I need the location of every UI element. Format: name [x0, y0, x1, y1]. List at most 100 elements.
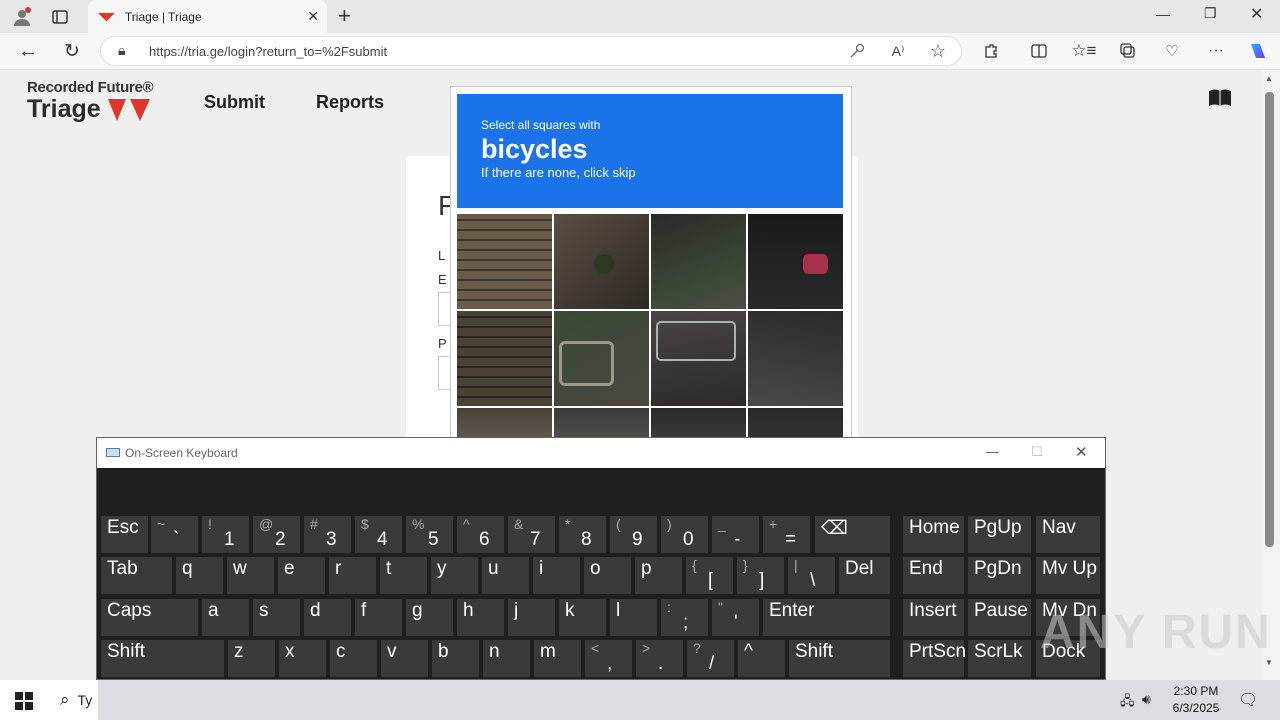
copilot-icon[interactable]	[1244, 37, 1272, 65]
key-m[interactable]: m	[534, 640, 581, 677]
key-end[interactable]: End	[903, 557, 964, 594]
key-sym0-14[interactable]: ⌫	[815, 516, 890, 553]
key-4[interactable]: $4	[355, 516, 402, 553]
captcha-tile[interactable]	[651, 214, 746, 309]
tab-actions-icon[interactable]	[46, 3, 74, 31]
key-f[interactable]: f	[355, 599, 402, 636]
key-j[interactable]: j	[508, 599, 555, 636]
address-bar[interactable]: https://tria.ge/login?return_to=%2Fsubmi…	[100, 36, 962, 66]
favorites-icon[interactable]: ☆≡	[1070, 37, 1098, 65]
nav-submit[interactable]: Submit	[204, 92, 265, 113]
key-sym1-13[interactable]: | \	[788, 557, 835, 594]
refresh-icon[interactable]: ↻	[58, 37, 86, 65]
key-pgup[interactable]: PgUp	[968, 516, 1031, 553]
key-sym3-11[interactable]: ^	[738, 640, 785, 677]
key-pause[interactable]: Pause	[968, 599, 1031, 636]
key-pgdn[interactable]: PgDn	[968, 557, 1031, 594]
key-e[interactable]: e	[278, 557, 325, 594]
nav-reports[interactable]: Reports	[316, 92, 384, 113]
key-enter[interactable]: Enter	[763, 599, 890, 636]
key-s[interactable]: s	[253, 599, 300, 636]
key-x[interactable]: x	[279, 640, 326, 677]
key-sym3-8[interactable]: <,	[585, 640, 632, 677]
tab-triage[interactable]: ◥◤ Triage | Triage ✕	[88, 0, 327, 33]
key-h[interactable]: h	[457, 599, 504, 636]
key-2[interactable]: @2	[253, 516, 300, 553]
key-sym0-12[interactable]: _ -	[712, 516, 759, 553]
notifications-icon[interactable]: 🗨︎	[1238, 690, 1258, 710]
captcha-tile[interactable]	[554, 214, 649, 309]
lock-icon[interactable]: 🔒︎	[118, 42, 125, 59]
key-tab[interactable]: Tab	[101, 557, 172, 594]
key-l[interactable]: l	[610, 599, 657, 636]
key-shift[interactable]: Shift	[789, 640, 890, 677]
key-mvup[interactable]: Mv Up	[1036, 557, 1100, 594]
key-esc[interactable]: Esc	[101, 516, 148, 553]
key-c[interactable]: c	[330, 640, 377, 677]
key-nav[interactable]: Nav	[1036, 516, 1100, 553]
key-sym0-13[interactable]: + =	[763, 516, 810, 553]
captcha-tile[interactable]	[457, 214, 552, 309]
key-k[interactable]: k	[559, 599, 606, 636]
key-caps[interactable]: Caps	[101, 599, 198, 636]
key-scrlk[interactable]: ScrLk	[968, 640, 1031, 677]
captcha-tile[interactable]	[651, 311, 746, 406]
start-button[interactable]	[0, 680, 48, 720]
key-3[interactable]: #3	[304, 516, 351, 553]
key-b[interactable]: b	[432, 640, 479, 677]
profile-icon[interactable]	[8, 3, 36, 31]
key-z[interactable]: z	[228, 640, 275, 677]
key-8[interactable]: * 8	[559, 516, 606, 553]
restore-window-icon[interactable]: ❐	[1204, 5, 1217, 22]
key-6[interactable]: ^ 6	[457, 516, 504, 553]
osk-maximize-icon[interactable]: ☐	[1031, 444, 1043, 460]
key-y[interactable]: y	[431, 557, 478, 594]
key-o[interactable]: o	[584, 557, 631, 594]
read-aloud-icon[interactable]: A⁾	[884, 37, 912, 65]
key-9[interactable]: (9	[610, 516, 657, 553]
scrollbar-thumb[interactable]	[1265, 92, 1274, 547]
key-i[interactable]: i	[533, 557, 580, 594]
new-tab-icon[interactable]: +	[338, 3, 351, 29]
captcha-tile[interactable]	[748, 214, 843, 309]
key-u[interactable]: u	[482, 557, 529, 594]
key-del[interactable]: Del	[839, 557, 890, 594]
key-shift[interactable]: Shift	[101, 640, 224, 677]
key-7[interactable]: & 7	[508, 516, 555, 553]
volume-icon[interactable]: 🔊︎	[1142, 691, 1151, 708]
browser-essentials-icon[interactable]: ♡	[1158, 37, 1186, 65]
key-w[interactable]: w	[227, 557, 274, 594]
minimize-window-icon[interactable]: —	[1156, 6, 1170, 22]
key-n[interactable]: n	[483, 640, 530, 677]
key-v[interactable]: v	[381, 640, 428, 677]
key-sym2-10[interactable]: :;	[661, 599, 708, 636]
key-sym1-12[interactable]: }]	[737, 557, 784, 594]
key-0[interactable]: ) 0	[661, 516, 708, 553]
key-sym3-10[interactable]: ? /	[687, 640, 734, 677]
captcha-tile[interactable]	[554, 311, 649, 406]
osk-close-icon[interactable]: ✕	[1075, 443, 1088, 461]
network-icon[interactable]: 🖧︎	[1120, 692, 1135, 714]
key-sym1-11[interactable]: {[	[686, 557, 733, 594]
taskbar-search-box[interactable]: ⌕ Ty	[48, 680, 98, 720]
key-r[interactable]: r	[329, 557, 376, 594]
settings-more-icon[interactable]: ···	[1202, 37, 1230, 65]
back-icon[interactable]: ←	[14, 37, 42, 65]
captcha-tile[interactable]	[748, 311, 843, 406]
extensions-icon[interactable]	[977, 37, 1005, 65]
key-p[interactable]: p	[635, 557, 682, 594]
key-icon[interactable]	[843, 37, 871, 65]
key-sym0-1[interactable]: ~ `	[151, 516, 198, 553]
key-q[interactable]: q	[176, 557, 223, 594]
split-screen-icon[interactable]	[1025, 37, 1053, 65]
key-insert[interactable]: Insert	[903, 599, 964, 636]
osk-minimize-icon[interactable]: —	[986, 444, 999, 459]
scroll-up-icon[interactable]: ▲	[1265, 74, 1273, 83]
key-g[interactable]: g	[406, 599, 453, 636]
key-sym3-9[interactable]: >.	[636, 640, 683, 677]
key-5[interactable]: % 5	[406, 516, 453, 553]
key-prtscn[interactable]: PrtScn	[903, 640, 966, 677]
clock[interactable]: 2:30 PM 6/3/2025	[1168, 683, 1224, 717]
key-t[interactable]: t	[380, 557, 427, 594]
collections-icon[interactable]	[1114, 37, 1142, 65]
